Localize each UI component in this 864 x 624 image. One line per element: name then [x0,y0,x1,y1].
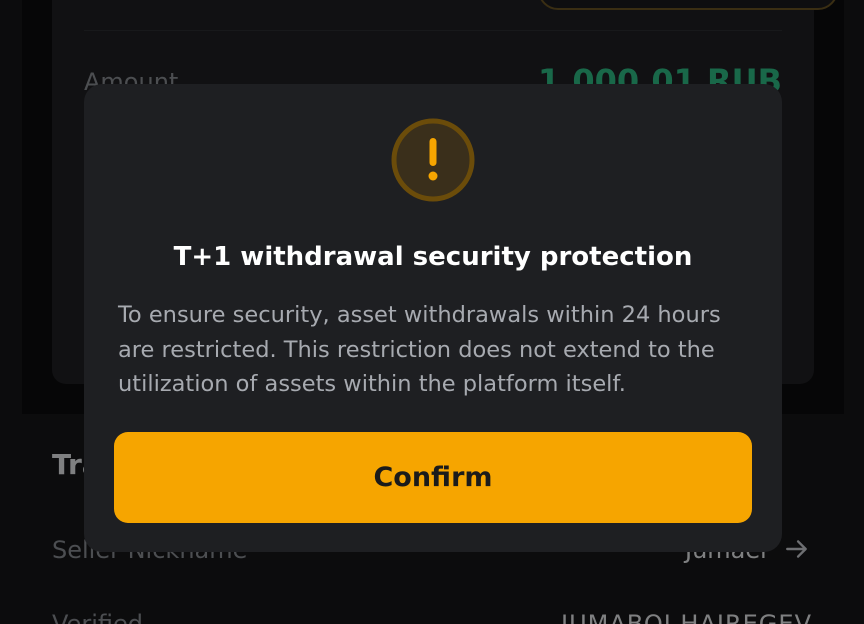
dialog-message: To ensure security, asset withdrawals wi… [118,302,721,397]
screen: Amount 1,000.01 RUB Tra Seller Nickname … [0,0,864,624]
dialog-title: T+1 withdrawal security protection [173,242,693,272]
warning-icon [391,118,475,202]
security-protection-dialog: T+1 withdrawal security protection To en… [84,84,782,552]
confirm-button[interactable]: Confirm [114,432,752,523]
